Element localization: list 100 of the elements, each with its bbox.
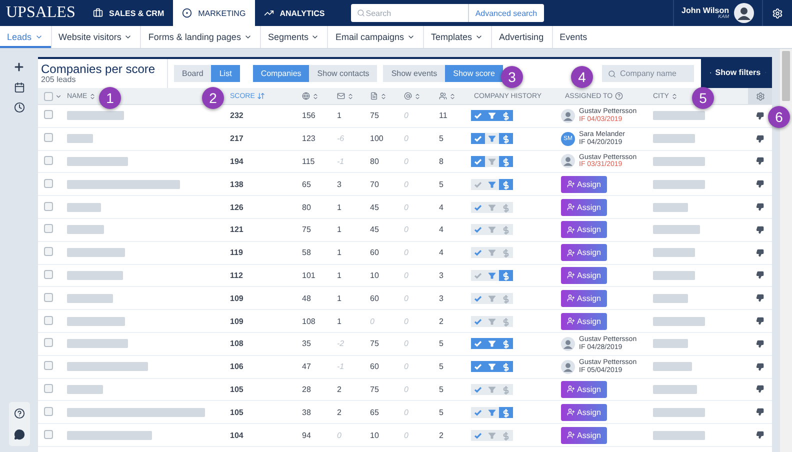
thumbs-down-icon[interactable]: [756, 157, 764, 166]
users-icon[interactable]: [439, 92, 447, 100]
nav-item[interactable]: Segments: [260, 26, 328, 48]
row-checkbox[interactable]: [44, 361, 53, 370]
scrollbar-thumb[interactable]: [782, 51, 790, 101]
toggle-button[interactable]: List: [211, 65, 240, 82]
sort-icon[interactable]: [347, 92, 354, 100]
thumbs-down-icon[interactable]: [756, 340, 764, 348]
metric-value: 1: [336, 294, 342, 303]
document-icon[interactable]: [370, 92, 378, 100]
row-checkbox[interactable]: [44, 178, 53, 188]
thumbs-down-icon[interactable]: [756, 134, 764, 143]
sort-icon[interactable]: [89, 92, 96, 100]
row-checkbox[interactable]: [44, 384, 53, 393]
thumbs-down-icon[interactable]: [756, 294, 764, 302]
list-title[interactable]: Companies per score: [41, 62, 156, 76]
thumbs-down-icon[interactable]: [756, 431, 764, 440]
user-plus-icon: [566, 294, 575, 302]
row-checkbox[interactable]: [44, 430, 53, 439]
sort-icon[interactable]: [380, 92, 387, 100]
help-icon[interactable]: [14, 408, 24, 419]
assign-button[interactable]: Assign: [561, 176, 607, 193]
row-checkbox[interactable]: [44, 247, 53, 256]
chat-icon[interactable]: [14, 429, 24, 440]
row-checkbox[interactable]: [44, 202, 53, 211]
row-checkbox[interactable]: [44, 338, 53, 348]
assign-button[interactable]: Assign: [561, 244, 607, 262]
assign-button[interactable]: Assign: [561, 221, 607, 238]
logo[interactable]: UPSALES: [0, 0, 84, 26]
thumbs-down-icon[interactable]: [756, 248, 764, 257]
caret-icon[interactable]: [55, 92, 62, 100]
company-search-field[interactable]: Company name: [602, 65, 694, 82]
user-plus-icon: [566, 317, 575, 326]
nav-item[interactable]: Templates: [424, 26, 492, 48]
row-checkbox[interactable]: [44, 270, 53, 279]
metric-value: 0: [369, 316, 376, 326]
row-checkbox[interactable]: [44, 133, 53, 142]
add-icon[interactable]: [13, 61, 25, 73]
user-avatar[interactable]: [734, 3, 754, 23]
row-checkbox[interactable]: [44, 316, 53, 325]
assign-button[interactable]: Assign: [561, 198, 607, 216]
sort-icon[interactable]: [449, 92, 456, 100]
caret-icon: [124, 33, 132, 41]
nav-item[interactable]: Leads: [0, 26, 52, 48]
metric-value: 2: [438, 316, 444, 326]
nav-item[interactable]: Website visitors: [52, 26, 142, 48]
assign-button[interactable]: Assign: [561, 266, 607, 284]
sort-icon[interactable]: [256, 92, 265, 100]
sort-icon[interactable]: [312, 92, 319, 100]
thumbs-down-icon[interactable]: [756, 226, 764, 234]
thumbs-down-icon[interactable]: [756, 385, 764, 394]
thumbs-down-icon[interactable]: [756, 112, 764, 120]
toggle-button[interactable]: Show events: [383, 65, 446, 82]
toggle-button[interactable]: Board: [174, 65, 212, 82]
assign-button[interactable]: Assign: [561, 312, 607, 330]
metric-value: 47: [301, 362, 312, 372]
at-sign-icon[interactable]: [404, 92, 412, 100]
main-tab[interactable]: ANALYTICS: [254, 0, 334, 26]
caret-icon: [407, 33, 416, 41]
row-checkbox[interactable]: [44, 156, 53, 165]
calendar-icon[interactable]: [14, 82, 24, 93]
globe-icon[interactable]: [302, 92, 310, 100]
clock-icon[interactable]: [14, 102, 24, 113]
hidden-name: [67, 339, 128, 348]
assign-button[interactable]: Assign: [561, 380, 607, 398]
thumbs-down-icon[interactable]: [756, 317, 764, 326]
assign-button[interactable]: Assign: [561, 426, 607, 444]
hidden-city: [653, 156, 705, 166]
row-checkbox[interactable]: [44, 110, 53, 120]
nav-item[interactable]: Events: [552, 26, 596, 48]
thumbs-down-icon[interactable]: [756, 203, 764, 212]
advanced-search-button[interactable]: Advanced search: [468, 4, 544, 22]
nav-item[interactable]: Email campaigns: [328, 26, 424, 48]
mail-icon[interactable]: [337, 92, 345, 100]
main-tab[interactable]: MARKETING: [173, 0, 255, 26]
sort-icon[interactable]: [414, 92, 421, 100]
toggle-button[interactable]: Show contacts: [309, 65, 378, 82]
assign-button[interactable]: Assign: [561, 404, 607, 421]
hidden-name: [67, 225, 104, 234]
assign-button[interactable]: Assign: [561, 290, 607, 307]
nav-item[interactable]: Forms & landing pages: [141, 26, 261, 48]
show-filters-button[interactable]: Show filters: [701, 57, 772, 88]
thumbs-down-icon[interactable]: [756, 271, 764, 280]
metric-value: 0: [403, 384, 410, 394]
thumbs-down-icon[interactable]: [756, 362, 764, 371]
toggle-button[interactable]: Show score: [445, 65, 503, 82]
thumbs-down-icon[interactable]: [756, 408, 764, 416]
sort-icon[interactable]: [670, 92, 678, 100]
thumbs-down-icon[interactable]: [756, 180, 764, 188]
row-checkbox[interactable]: [44, 224, 53, 234]
row-checkbox[interactable]: [44, 406, 53, 416]
main-tab[interactable]: SALES & CRM: [84, 0, 174, 26]
hidden-city: [653, 180, 705, 189]
search-field[interactable]: Search: [350, 4, 468, 22]
hidden-city: [653, 134, 695, 144]
row-checkbox[interactable]: [44, 292, 53, 302]
select-all-checkbox[interactable]: [44, 92, 53, 100]
user-plus-icon: [566, 226, 575, 234]
toggle-button[interactable]: Companies: [252, 65, 310, 82]
nav-item[interactable]: Advertising: [492, 26, 553, 48]
